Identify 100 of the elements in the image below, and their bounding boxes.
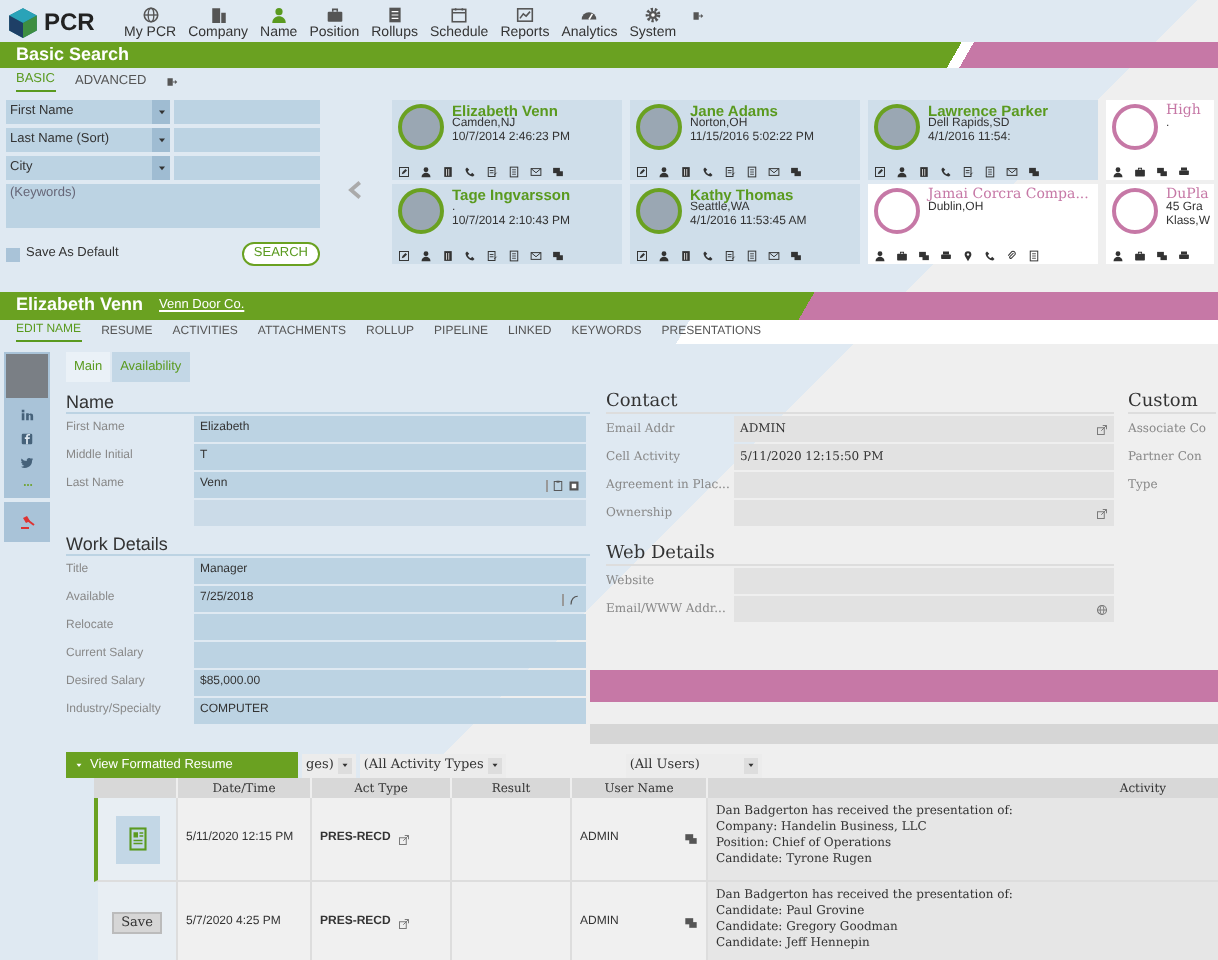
edit-icon xyxy=(398,250,410,262)
external-icon xyxy=(398,917,411,929)
phone-icon xyxy=(464,166,476,178)
briefcase-icon xyxy=(896,250,908,262)
stack-icon xyxy=(385,6,404,24)
avatar xyxy=(874,104,920,150)
edit-icon xyxy=(636,250,648,262)
page-icon xyxy=(508,250,520,262)
input-field[interactable] xyxy=(194,614,586,640)
logo-text: PCR xyxy=(44,6,95,40)
section-title: Basic Search xyxy=(16,41,130,68)
globe-icon xyxy=(1096,603,1108,615)
printer-icon xyxy=(940,250,952,262)
facebook-icon xyxy=(20,432,34,446)
gauge-icon xyxy=(580,6,599,24)
person-icon xyxy=(1112,166,1124,178)
phone-icon xyxy=(702,166,714,178)
section-heading: Work Details xyxy=(66,532,590,556)
clip-icon xyxy=(1006,250,1018,262)
avatar xyxy=(398,104,444,150)
person-icon xyxy=(420,166,432,178)
gavel-icon xyxy=(19,514,35,530)
globe-icon xyxy=(141,6,160,24)
square-icon xyxy=(568,479,580,491)
phone-icon xyxy=(984,250,996,262)
mail-icon xyxy=(768,166,780,178)
curve-icon xyxy=(568,593,580,605)
person-icon xyxy=(658,166,670,178)
chat-icon xyxy=(552,250,564,262)
page-icon xyxy=(746,250,758,262)
bird-icon xyxy=(20,456,34,470)
avatar xyxy=(636,188,682,234)
person-icon xyxy=(1112,250,1124,262)
chevron-left-icon xyxy=(346,176,366,204)
note-icon xyxy=(486,250,498,262)
mail-icon xyxy=(530,250,542,262)
pin-icon xyxy=(962,250,974,262)
person-icon xyxy=(269,6,288,24)
input-field[interactable] xyxy=(194,500,586,526)
caret-icon xyxy=(74,760,84,770)
mail-icon xyxy=(1006,166,1018,178)
caret-icon xyxy=(339,760,350,770)
section-heading: Custom xyxy=(1128,390,1216,414)
building-icon xyxy=(209,6,228,24)
caret-icon xyxy=(155,134,167,146)
resume-icon xyxy=(125,826,149,852)
page-icon xyxy=(1028,250,1040,262)
person-icon xyxy=(874,250,886,262)
checkbox[interactable] xyxy=(6,247,20,261)
section-heading: Name xyxy=(66,390,590,414)
page-icon xyxy=(508,166,520,178)
note-icon xyxy=(724,250,736,262)
chat-icon xyxy=(918,250,930,262)
external-icon xyxy=(1096,507,1108,519)
record-title: Elizabeth Venn xyxy=(16,292,144,319)
search-field[interactable] xyxy=(174,128,320,152)
page-icon xyxy=(984,166,996,178)
document-icon xyxy=(918,166,930,178)
edit-icon xyxy=(636,166,648,178)
search-field[interactable] xyxy=(174,100,320,124)
input-field[interactable] xyxy=(734,596,1114,622)
phone-icon xyxy=(464,250,476,262)
chat-icon xyxy=(1156,250,1168,262)
caret-icon xyxy=(155,162,167,174)
chat-icon xyxy=(1156,166,1168,178)
external-icon xyxy=(398,833,411,845)
logo-placeholder xyxy=(1112,104,1158,150)
section-heading: Web Details xyxy=(606,542,1114,566)
calendar-icon xyxy=(450,6,469,24)
edit-icon xyxy=(874,166,886,178)
page-icon xyxy=(746,166,758,178)
phone-icon xyxy=(940,166,952,178)
briefcase-icon xyxy=(325,6,344,24)
caret-icon xyxy=(155,106,167,118)
chat-icon xyxy=(684,832,698,846)
logo-placeholder xyxy=(1112,188,1158,234)
briefcase-icon xyxy=(1134,166,1146,178)
copy-icon xyxy=(552,479,564,491)
person-icon xyxy=(896,166,908,178)
mail-icon xyxy=(768,250,780,262)
note-icon xyxy=(724,166,736,178)
avatar xyxy=(636,104,682,150)
phone-icon xyxy=(702,250,714,262)
document-icon xyxy=(442,166,454,178)
edit-icon xyxy=(398,166,410,178)
logo-icon xyxy=(6,5,40,39)
chat-icon xyxy=(790,250,802,262)
printer-icon xyxy=(1178,250,1190,262)
input-field[interactable] xyxy=(734,500,1114,526)
logo-placeholder xyxy=(874,188,920,234)
input-field[interactable] xyxy=(194,642,586,668)
exit-icon xyxy=(692,10,705,22)
person-icon xyxy=(420,250,432,262)
chat-icon xyxy=(684,916,698,930)
document-icon xyxy=(442,250,454,262)
search-field[interactable] xyxy=(174,156,320,180)
external-icon xyxy=(1096,423,1108,435)
photo-placeholder xyxy=(6,354,48,398)
caret-icon xyxy=(745,760,756,770)
resume-button[interactable] xyxy=(115,815,159,863)
